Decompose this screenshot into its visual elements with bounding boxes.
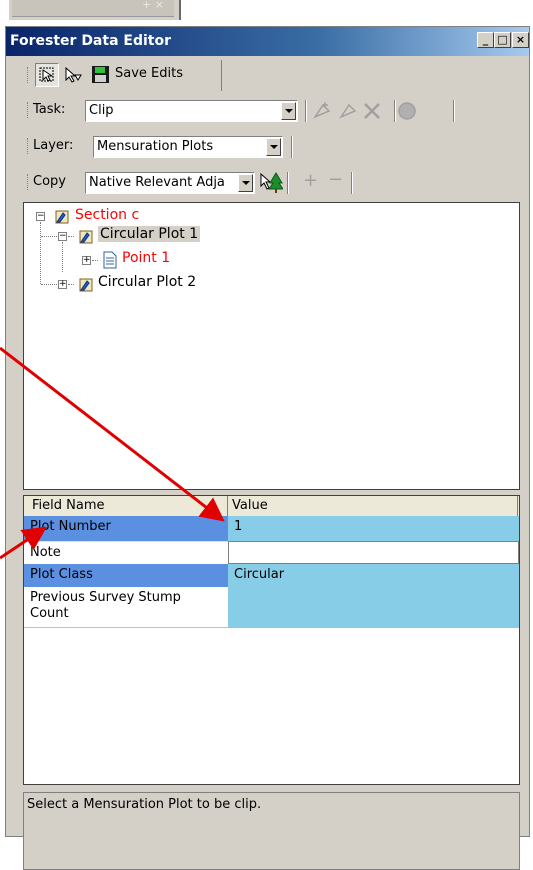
field-cell-note[interactable]: Note <box>24 541 228 564</box>
status-panel: Select a Mensuration Plot to be clip. <box>23 792 520 870</box>
remove-vertex-icon <box>338 103 357 119</box>
minimize-button[interactable]: _ <box>477 32 494 48</box>
attribute-grid[interactable]: Field Name Value Plot Number 1 Note Plot… <box>23 495 520 785</box>
background-window-bar: + × <box>12 0 174 17</box>
field-cell-plot-number[interactable]: Plot Number <box>24 516 228 541</box>
background-window-strip: + × <box>9 0 181 20</box>
tree-line <box>92 260 98 261</box>
header-divider <box>517 496 518 516</box>
tree-node-section[interactable]: Section c <box>75 207 139 223</box>
toolbar-separator-2 <box>394 100 396 122</box>
toolbar-edge <box>221 60 222 91</box>
maximize-button[interactable]: □ <box>494 32 511 48</box>
value-header[interactable]: Value <box>232 498 268 513</box>
save-disk-icon <box>92 66 109 83</box>
tree-node-circular-plot-2[interactable]: Circular Plot 2 <box>98 274 196 290</box>
task-value: Clip <box>89 103 114 118</box>
task-dropdown[interactable]: Clip <box>85 100 298 122</box>
forester-data-editor-window: Forester Data Editor _ □ × Save Edits Ta… <box>5 26 530 870</box>
status-text: Select a Mensuration Plot to be clip. <box>27 797 262 812</box>
tree-node-circular-plot-1[interactable]: Circular Plot 1 <box>98 226 201 242</box>
copy-dropdown[interactable]: Native Relevant Adja <box>85 172 255 194</box>
collapse-plot1-icon[interactable]: − <box>58 232 67 241</box>
document-icon <box>103 251 117 269</box>
chevron-down-icon[interactable] <box>281 102 296 120</box>
select-tool-button[interactable] <box>35 63 59 87</box>
copy-label: Copy <box>33 174 66 189</box>
close-button[interactable]: × <box>512 32 529 48</box>
collapse-section-icon[interactable]: − <box>36 212 45 221</box>
tree-line <box>68 284 74 285</box>
tree-line <box>41 236 57 237</box>
window-title: Forester Data Editor <box>10 33 171 49</box>
grid-header: Field Name Value <box>24 496 519 517</box>
toolbar-grip[interactable] <box>27 67 30 83</box>
edit-toolbar: Save Edits <box>23 60 223 91</box>
tree-line <box>68 236 74 237</box>
toolbar-separator-6 <box>351 172 353 194</box>
tree-line <box>62 242 63 272</box>
value-cell-plot-number[interactable]: 1 <box>228 516 519 541</box>
disabled-edit-tools <box>312 102 416 120</box>
task-toolbar: Task: Clip <box>23 95 456 126</box>
field-cell-previous-survey-stump-count[interactable]: Previous Survey Stump Count <box>24 587 228 628</box>
remove-icon[interactable]: − <box>328 169 343 190</box>
edit-vertex-icon <box>65 66 82 83</box>
toolbar-separator <box>305 100 307 122</box>
layer-value: Mensuration Plots <box>97 139 214 154</box>
task-grip[interactable] <box>27 102 30 118</box>
copy-grip[interactable] <box>27 174 30 190</box>
tree-line <box>41 284 57 285</box>
value-cell-previous-survey-stump-count[interactable] <box>228 587 519 628</box>
section-icon <box>55 210 69 224</box>
chevron-down-icon[interactable] <box>238 174 253 192</box>
select-arrow-icon <box>39 67 54 82</box>
edit-vertices-button[interactable] <box>63 65 83 85</box>
delete-icon <box>364 103 380 119</box>
editor-client-area: Save Edits Task: Clip Layer: Mensuration… <box>23 60 520 870</box>
save-edits-button[interactable]: Save Edits <box>89 63 211 87</box>
add-vertex-icon <box>312 103 331 119</box>
validate-icon <box>398 102 416 120</box>
tree-line <box>40 222 41 284</box>
task-label: Task: <box>33 102 66 117</box>
header-divider <box>227 496 228 516</box>
add-icon[interactable]: + <box>303 170 318 191</box>
value-cell-note[interactable] <box>228 541 519 564</box>
plot-icon <box>79 278 93 292</box>
toolbar-separator-5 <box>287 172 289 194</box>
plot-icon <box>79 230 93 244</box>
field-cell-plot-class[interactable]: Plot Class <box>24 564 228 587</box>
save-edits-label: Save Edits <box>115 66 183 81</box>
expand-point-icon[interactable]: + <box>82 256 91 265</box>
feature-tree[interactable]: − Section c − Circular Plot 1 + Point 1 … <box>23 202 520 490</box>
copy-tree-icon[interactable] <box>259 170 283 194</box>
chevron-down-icon[interactable] <box>266 138 281 156</box>
layer-toolbar: Layer: Mensuration Plots <box>23 131 293 162</box>
copy-toolbar: Copy Native Relevant Adja + − <box>23 167 353 198</box>
ghost-close-icon: + × <box>142 0 164 11</box>
layer-label: Layer: <box>33 138 74 153</box>
expand-plot2-icon[interactable]: + <box>58 280 67 289</box>
title-bar[interactable]: Forester Data Editor _ □ × <box>6 27 529 56</box>
tree-node-point-1[interactable]: Point 1 <box>122 250 170 266</box>
copy-value: Native Relevant Adja <box>89 175 225 190</box>
layer-grip[interactable] <box>27 138 30 154</box>
layer-dropdown[interactable]: Mensuration Plots <box>93 136 283 158</box>
toolbar-separator-4 <box>291 136 293 158</box>
toolbar-separator-3 <box>453 100 455 122</box>
field-name-header[interactable]: Field Name <box>32 498 105 513</box>
value-cell-plot-class[interactable]: Circular <box>228 564 519 587</box>
